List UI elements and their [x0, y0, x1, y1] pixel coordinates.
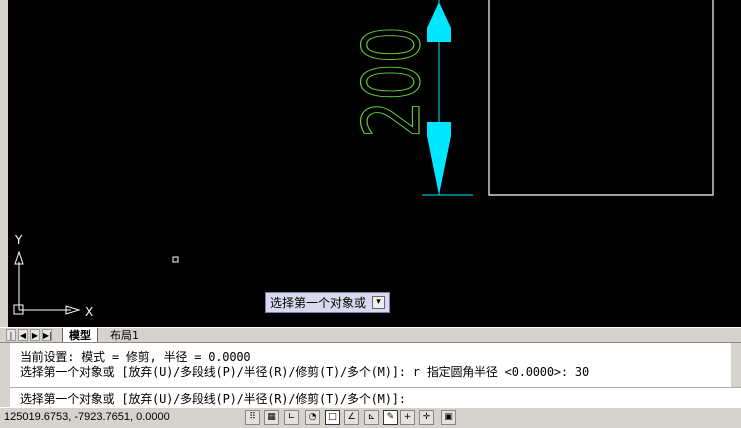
dynamic-input-icon[interactable]: ✎	[383, 410, 398, 425]
ucs-icon: Y X	[13, 233, 93, 319]
dynamic-input-tooltip[interactable]: 选择第一个对象或 ▾	[265, 292, 391, 313]
ortho-mode-icon[interactable]: ∟	[284, 410, 299, 425]
first-tab-icon[interactable]: |◀	[6, 329, 16, 352]
command-window: 当前设置: 模式 = 修剪, 半径 = 0.0000 选择第一个对象或 [放弃(…	[0, 342, 741, 408]
tab-layout1[interactable]: 布局1	[104, 328, 145, 343]
coordinates-readout[interactable]: 125019.6753, -7923.7651, 0.0000	[4, 411, 170, 423]
lineweight-icon[interactable]: +	[400, 410, 415, 425]
prev-tab-icon[interactable]: ◀	[18, 329, 28, 341]
command-window-grip[interactable]	[0, 343, 10, 408]
command-prompt-input[interactable]: 选择第一个对象或 [放弃(U)/多段线(P)/半径(R)/修剪(T)/多个(M)…	[20, 390, 406, 407]
dynamic-ucs-icon[interactable]: ⊾	[364, 410, 379, 425]
selection-cycling-icon[interactable]: ▣	[441, 410, 456, 425]
drawing-canvas[interactable]: 200 Y X	[8, 0, 741, 327]
dimension-arrow-top	[427, 2, 451, 28]
command-scrollbar[interactable]	[731, 343, 741, 387]
dimension-text[interactable]: 200	[347, 25, 438, 138]
layout-tab-bar: |◀ ◀ ▶ ▶| 模型 布局1	[0, 327, 741, 352]
next-tab-icon[interactable]: ▶	[30, 329, 40, 341]
tooltip-text: 选择第一个对象或	[270, 296, 367, 310]
drawing-svg[interactable]: 200 Y X	[8, 0, 741, 327]
status-bar: 125019.6753, -7923.7651, 0.0000 ⠿ ▦ ∟ ◔ …	[0, 407, 741, 428]
command-divider	[10, 387, 741, 388]
polar-tracking-icon[interactable]: ◔	[305, 410, 320, 425]
tab-model[interactable]: 模型	[62, 328, 98, 343]
last-tab-icon[interactable]: ▶|	[42, 329, 52, 341]
quick-properties-icon[interactable]: ✛	[419, 410, 434, 425]
window-left-edge	[0, 0, 8, 342]
pickbox-cursor	[172, 256, 179, 263]
dimension-arrow-bottom	[427, 136, 451, 195]
snap-mode-icon[interactable]: ⠿	[245, 410, 260, 425]
rectangle-shape[interactable]	[488, 0, 714, 196]
command-history-line-2: 选择第一个对象或 [放弃(U)/多段线(P)/半径(R)/修剪(T)/多个(M)…	[20, 365, 589, 379]
down-arrow-icon[interactable]: ▾	[372, 296, 386, 309]
grid-display-icon[interactable]: ▦	[264, 410, 279, 425]
ucs-x-label: X	[85, 305, 93, 319]
object-snap-icon[interactable]: □	[325, 410, 340, 425]
object-snap-tracking-icon[interactable]: ∠	[344, 410, 359, 425]
ucs-y-label: Y	[14, 233, 23, 247]
